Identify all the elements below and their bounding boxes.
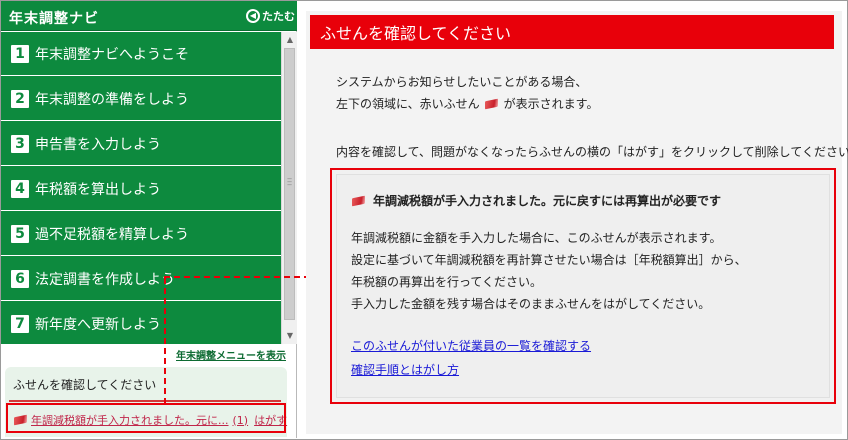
sticky-panel-title: ふせんを確認してください — [13, 378, 157, 392]
grip-icon: ‒ ‒ ‒ — [287, 174, 293, 189]
collapse-button[interactable]: ◀ たたむ — [246, 8, 295, 24]
nav-item-label: 年末調整ナビへようこそ — [35, 46, 189, 63]
step-number-badge: 7 — [11, 314, 29, 333]
collapse-label: たたむ — [262, 10, 295, 23]
notice-body-line: 年調減税額に金額を手入力した場合に、このふせんが表示されます。 — [351, 231, 722, 245]
procedure-link[interactable]: 確認手順とはがし方 — [351, 361, 459, 378]
nav-item-label: 法定調書を作成しよう — [35, 271, 175, 288]
nav-item-prepare[interactable]: 2 年末調整の準備をしよう — [1, 77, 281, 121]
intro-text: システムからお知らせしたいことがある場合、 左下の領域に、赤いふせん が表示され… — [336, 71, 598, 115]
annotation-highlight-box — [6, 403, 286, 433]
page-title: ふせんを確認してください — [310, 15, 834, 49]
nav-title: 年末調整ナビ — [9, 11, 99, 27]
intro-line: システムからお知らせしたいことがある場合、 — [336, 75, 588, 89]
intro-text-part: が表示されます。 — [503, 97, 599, 111]
scroll-down-arrow-icon[interactable]: ▼ — [285, 331, 295, 341]
notice-title-text: 年調減税額が手入力されました。元に戻すには再算出が必要です — [373, 194, 722, 208]
nav-item-label: 年末調整の準備をしよう — [35, 91, 189, 108]
step-number-badge: 2 — [11, 89, 29, 108]
sticky-note-icon — [484, 99, 500, 109]
show-menu-link[interactable]: 年末調整メニューを表示 — [176, 347, 286, 362]
notice-body-line: 年税額の再算出を行ってください。 — [351, 275, 543, 289]
nav-item-label: 年税額を算出しよう — [35, 181, 161, 198]
nav-item-new-year-update[interactable]: 7 新年度へ更新しよう — [1, 302, 281, 344]
chevron-left-circle-icon: ◀ — [246, 9, 260, 23]
nav-item-legal-report[interactable]: 6 法定調書を作成しよう — [1, 257, 281, 301]
step-number-badge: 5 — [11, 224, 29, 243]
nav-item-label: 新年度へ更新しよう — [35, 316, 161, 333]
instruction-text: 内容を確認して、問題がなくなったらふせんの横の「はがす」をクリックして削除してく… — [336, 145, 848, 159]
nav-item-welcome[interactable]: 1 年末調整ナビへようこそ — [1, 32, 281, 76]
nav-item-calculate-tax[interactable]: 4 年税額を算出しよう — [1, 167, 281, 211]
step-number-badge: 6 — [11, 269, 29, 288]
nav-menu: 1 年末調整ナビへようこそ 2 年末調整の準備をしよう 3 申告書を入力しよう … — [1, 32, 281, 344]
nav-header: 年末調整ナビ ◀ たたむ — [1, 1, 297, 31]
notice-body-line: 手入力した金額を残す場合はそのままふせんをはがしてください。 — [351, 297, 711, 311]
intro-line: 左下の領域に、赤いふせん が表示されます。 — [336, 93, 598, 115]
sticky-note-detail-box: 年調減税額が手入力されました。元に戻すには再算出が必要です 年調減税額に金額を手… — [330, 168, 836, 404]
nav-item-label: 申告書を入力しよう — [35, 136, 161, 153]
nav-item-input-declaration[interactable]: 3 申告書を入力しよう — [1, 122, 281, 166]
annotation-dashed-line — [164, 276, 320, 278]
sticky-note-icon — [351, 196, 367, 206]
notice-body-line: 設定に基づいて年調減税額を再計算させたい場合は［年税額算出］から、 — [351, 253, 747, 267]
main-content: ふせんを確認してください システムからお知らせしたいことがある場合、 左下の領域… — [306, 11, 848, 434]
step-number-badge: 3 — [11, 134, 29, 153]
notice-panel: 年調減税額が手入力されました。元に戻すには再算出が必要です 年調減税額に金額を手… — [336, 174, 830, 398]
employee-list-link[interactable]: このふせんが付いた従業員の一覧を確認する — [351, 337, 591, 354]
notice-body: 年調減税額に金額を手入力した場合に、このふせんが表示されます。 設定に基づいて年… — [351, 227, 747, 315]
step-number-badge: 4 — [11, 179, 29, 198]
annotation-dashed-line — [164, 278, 166, 404]
nav-item-label: 過不足税額を精算しよう — [35, 226, 189, 243]
nav-item-settle-tax[interactable]: 5 過不足税額を精算しよう — [1, 212, 281, 256]
nav-scrollbar[interactable]: ▲ ‒ ‒ ‒ ▼ — [281, 32, 297, 344]
notice-title: 年調減税額が手入力されました。元に戻すには再算出が必要です — [351, 192, 721, 209]
scrollbar-thumb[interactable]: ‒ ‒ ‒ — [284, 48, 295, 320]
year-end-nav-sidebar: 年末調整ナビ ◀ たたむ 1 年末調整ナビへようこそ 2 年末調整の準備をしよう… — [1, 1, 297, 438]
intro-text-part: 左下の領域に、赤いふせん — [336, 97, 480, 111]
step-number-badge: 1 — [11, 44, 29, 63]
scroll-up-arrow-icon[interactable]: ▲ — [285, 35, 295, 45]
divider — [9, 400, 281, 402]
